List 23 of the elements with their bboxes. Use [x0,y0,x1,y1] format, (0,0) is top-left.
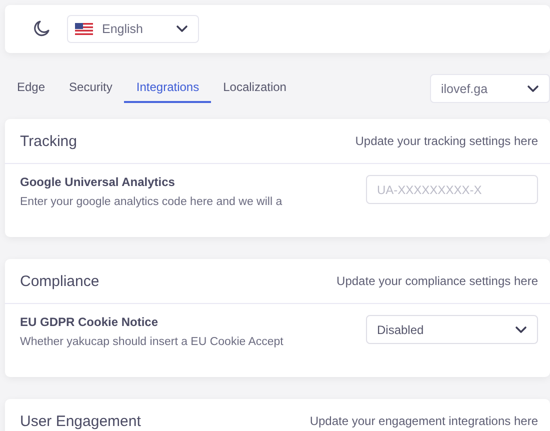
tab[interactable]: Localization [211,74,298,103]
language-select[interactable]: English [67,15,199,43]
chevron-down-icon [515,326,527,334]
moon-icon[interactable] [32,20,50,38]
section-subtitle: Update your tracking settings here [355,135,538,147]
tab[interactable]: Security [57,74,124,103]
section-title: Compliance [20,274,100,288]
domain-select[interactable]: ilovef.ga [430,74,550,103]
setting-description: Enter your google analytics code here and we will a [20,196,282,208]
setting-description: Whether yakucap should insert a EU Cookie Accept [20,336,284,348]
input-field[interactable]: UA-XXXXXXXXX-X [366,175,538,204]
flag-icon [75,23,93,35]
tab[interactable]: Edge [5,74,58,103]
section-subtitle: Update your compliance settings here [336,275,538,287]
setting-label: EU GDPR Cookie Notice [20,315,160,329]
section-title: Tracking [20,134,77,148]
setting-label: Google Universal Analytics [20,175,176,189]
dropdown-select[interactable]: Disabled [366,315,538,344]
chevron-down-icon [527,84,539,92]
chevron-down-icon [176,25,188,33]
section-subtitle: Update your engagement integrations here [310,415,538,427]
tab[interactable]: Integrations [124,74,212,103]
section-title: User Engagement [20,414,141,428]
